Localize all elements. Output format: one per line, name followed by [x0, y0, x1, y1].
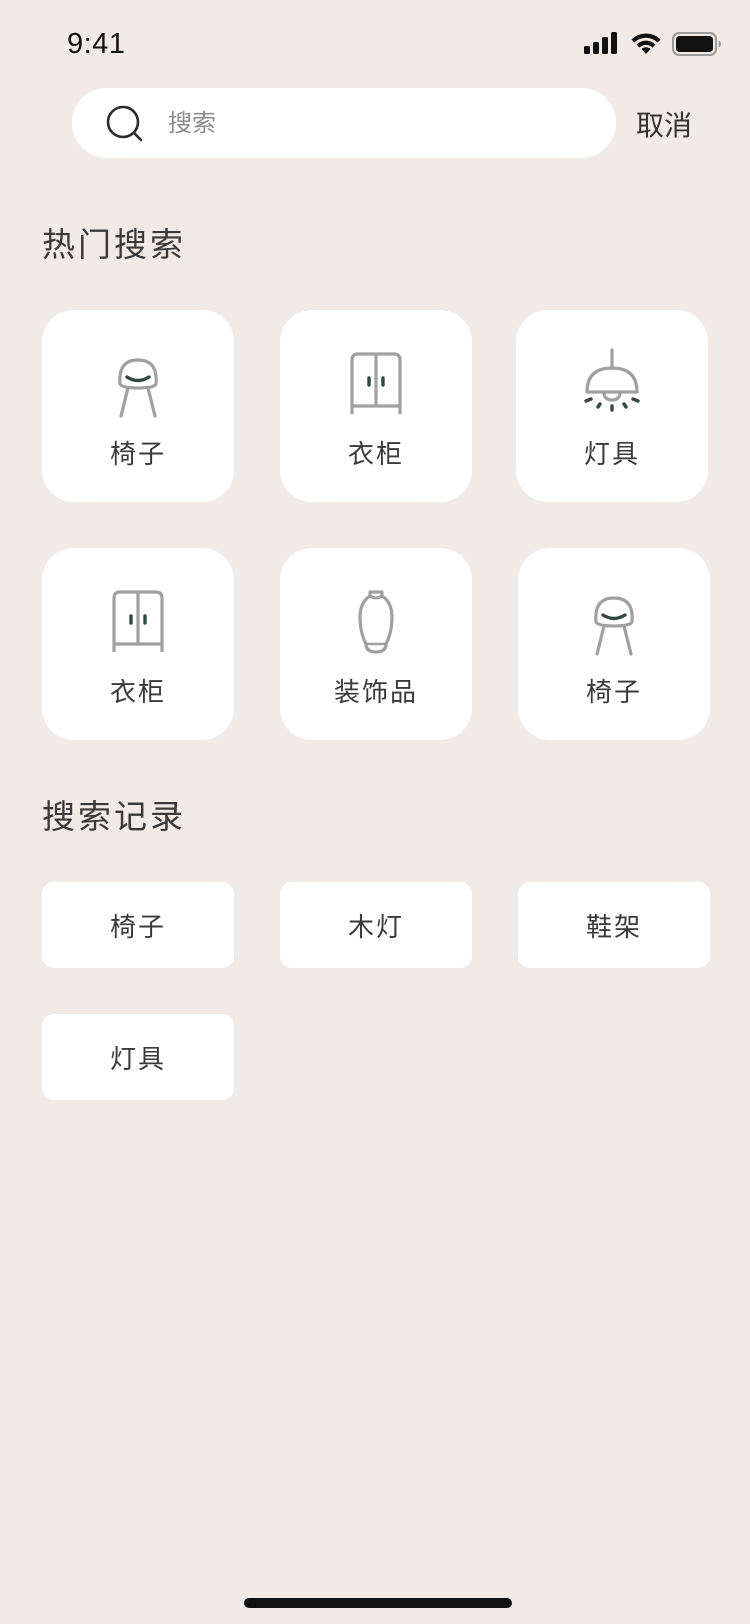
cellular-signal-icon — [584, 32, 620, 60]
search-history-title: 搜索记录 — [42, 797, 186, 836]
history-item[interactable]: 椅子 — [42, 882, 234, 968]
status-icons — [584, 32, 722, 60]
wardrobe-icon — [336, 348, 416, 428]
hot-item-label: 灯具 — [583, 440, 640, 470]
hot-item-wardrobe[interactable]: 衣柜 — [42, 548, 234, 740]
vase-icon — [336, 586, 416, 666]
hot-item-wardrobe[interactable]: 衣柜 — [280, 310, 472, 502]
home-indicator[interactable] — [244, 1598, 512, 1608]
battery-icon — [672, 32, 722, 60]
hot-item-chair[interactable]: 椅子 — [518, 548, 710, 740]
lamp-icon — [572, 348, 652, 428]
status-time: 9:41 — [67, 28, 126, 60]
hot-item-label: 椅子 — [585, 678, 642, 708]
hot-item-label: 椅子 — [109, 440, 166, 470]
status-bar: 9:41 — [0, 0, 750, 90]
hot-item-label: 衣柜 — [109, 678, 166, 708]
hot-item-label: 装饰品 — [333, 678, 418, 708]
chair-icon — [98, 348, 178, 428]
hot-item-decoration[interactable]: 装饰品 — [280, 548, 472, 740]
hot-item-label: 衣柜 — [347, 440, 404, 470]
wardrobe-icon — [98, 586, 178, 666]
history-item[interactable]: 木灯 — [280, 882, 472, 968]
chair-icon — [574, 586, 654, 666]
history-item[interactable]: 鞋架 — [518, 882, 710, 968]
hot-item-lamp[interactable]: 灯具 — [516, 310, 708, 502]
cancel-button[interactable]: 取消 — [636, 104, 692, 144]
search-box[interactable] — [72, 88, 616, 158]
hot-item-chair[interactable]: 椅子 — [42, 310, 234, 502]
history-item[interactable]: 灯具 — [42, 1014, 234, 1100]
hot-search-title: 热门搜索 — [42, 225, 186, 264]
wifi-icon — [630, 32, 662, 60]
search-input[interactable] — [96, 88, 516, 158]
